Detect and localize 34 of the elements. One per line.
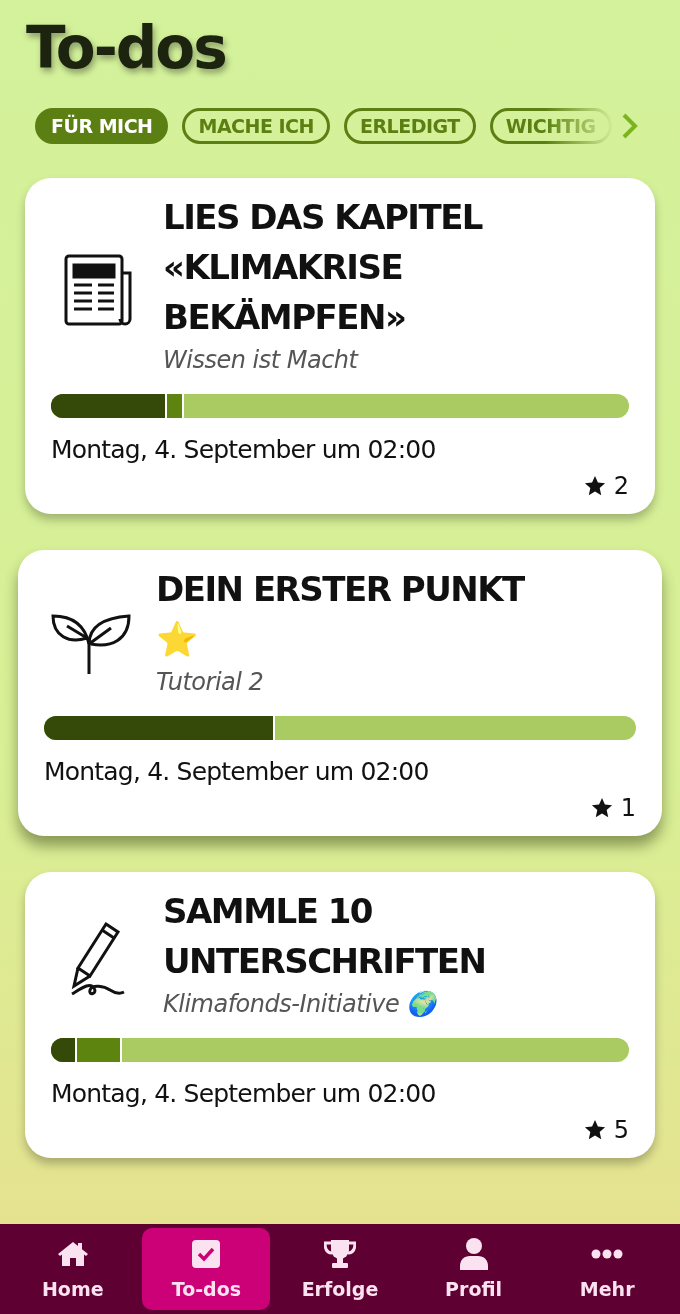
star-icon — [583, 475, 606, 497]
todo-title: SAMMLE 10 UNTERSCHRIFTEN — [163, 890, 487, 983]
due-date: Montag, 4. September um 02:00 — [51, 1078, 437, 1110]
chevron-right-icon[interactable] — [621, 112, 639, 140]
todo-subtitle: Wissen ist Macht — [163, 345, 360, 376]
newspaper-icon — [62, 253, 134, 329]
todo-card[interactable]: SAMMLE 10 UNTERSCHRIFTEN Klimafonds-Initiative 🌍 Montag, 4. September um 02:00 5 — [25, 872, 655, 1158]
points-count: 5 — [613, 1116, 629, 1144]
star-icon — [590, 797, 613, 819]
todo-card[interactable]: LIES DAS KAPITEL «KLIMAKRISE BEKÄMPFEN» Wissen ist Macht Montag, 4. September um 02:00 2 — [25, 178, 655, 514]
points-count: 1 — [620, 794, 636, 822]
home-icon — [56, 1241, 89, 1267]
points-count: 2 — [613, 472, 629, 500]
filter-chip[interactable]: ERLEDIGT — [343, 108, 476, 144]
nav-tab[interactable]: Home — [8, 1228, 137, 1310]
filter-chip[interactable]: FÜR MICH — [35, 108, 169, 144]
nav-tab[interactable]: Erfolge — [276, 1228, 404, 1310]
checkbox-icon — [192, 1240, 221, 1268]
filter-chip[interactable]: MACHE ICH — [182, 108, 330, 144]
due-date: Montag, 4. September um 02:00 — [51, 434, 437, 466]
due-date: Montag, 4. September um 02:00 — [44, 756, 430, 788]
todo-subtitle: Tutorial 2 — [156, 667, 265, 698]
todo-card[interactable]: DEIN ERSTER PUNKT ⭐ Tutorial 2 Montag, 4. September um 02:00 1 — [18, 550, 662, 836]
more-icon — [591, 1249, 624, 1259]
star-icon — [583, 1119, 606, 1141]
todo-title: LIES DAS KAPITEL «KLIMAKRISE BEKÄMPFEN» — [163, 196, 484, 339]
person-icon — [459, 1238, 488, 1270]
nav-tab[interactable]: Profil — [409, 1228, 538, 1310]
trophy-icon — [324, 1239, 356, 1269]
nav-tab[interactable]: Mehr — [543, 1228, 672, 1310]
page-title: To-dos — [26, 13, 226, 84]
nav-tab[interactable]: To-dos — [142, 1228, 271, 1310]
todo-subtitle: Klimafonds-Initiative 🌍 — [163, 989, 438, 1020]
todo-title: DEIN ERSTER PUNKT ⭐ — [156, 568, 526, 661]
